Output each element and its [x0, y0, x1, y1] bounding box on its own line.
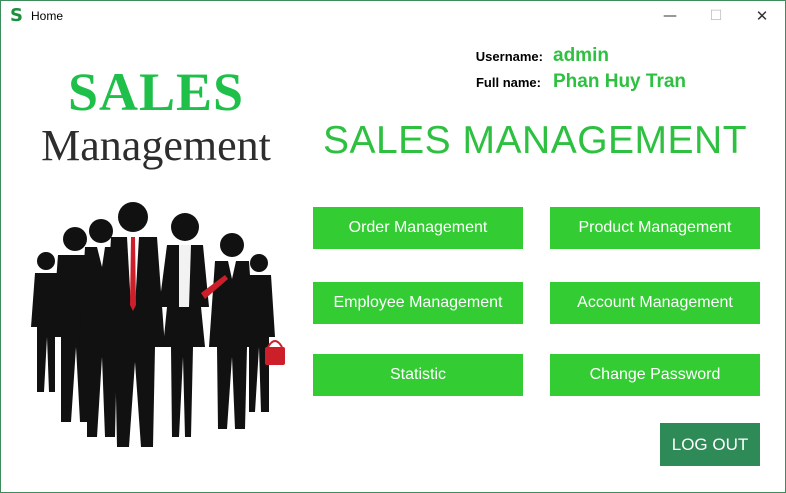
logo-management-text: Management — [41, 121, 271, 170]
window-title: Home — [31, 9, 64, 23]
logo-image: SALES Management — [25, 57, 293, 457]
fullname-label: Full name: — [475, 75, 541, 90]
product-management-button[interactable]: Product Management — [550, 207, 760, 249]
business-people-silhouette-icon — [31, 202, 285, 447]
home-window: S Home — ☐ ✕ SALES Management Username: … — [0, 0, 786, 493]
username-value: admin — [553, 45, 609, 66]
fullname-value: Phan Huy Tran — [553, 71, 687, 92]
logo-sales-text: SALES — [67, 62, 245, 122]
maximize-button[interactable]: ☐ — [693, 1, 739, 32]
close-button[interactable]: ✕ — [739, 1, 785, 32]
order-management-button[interactable]: Order Management — [313, 207, 523, 249]
employee-management-button[interactable]: Employee Management — [313, 282, 523, 324]
title-bar[interactable]: S Home — ☐ ✕ — [1, 1, 785, 32]
page-title: SALES MANAGEMENT — [322, 119, 748, 162]
account-management-button[interactable]: Account Management — [550, 282, 760, 324]
statistic-button[interactable]: Statistic — [313, 354, 523, 396]
minimize-button[interactable]: — — [647, 1, 693, 32]
change-password-button[interactable]: Change Password — [550, 354, 760, 396]
app-s-icon: S — [10, 5, 23, 26]
username-label: Username: — [475, 49, 543, 64]
logout-button[interactable]: LOG OUT — [660, 423, 760, 466]
